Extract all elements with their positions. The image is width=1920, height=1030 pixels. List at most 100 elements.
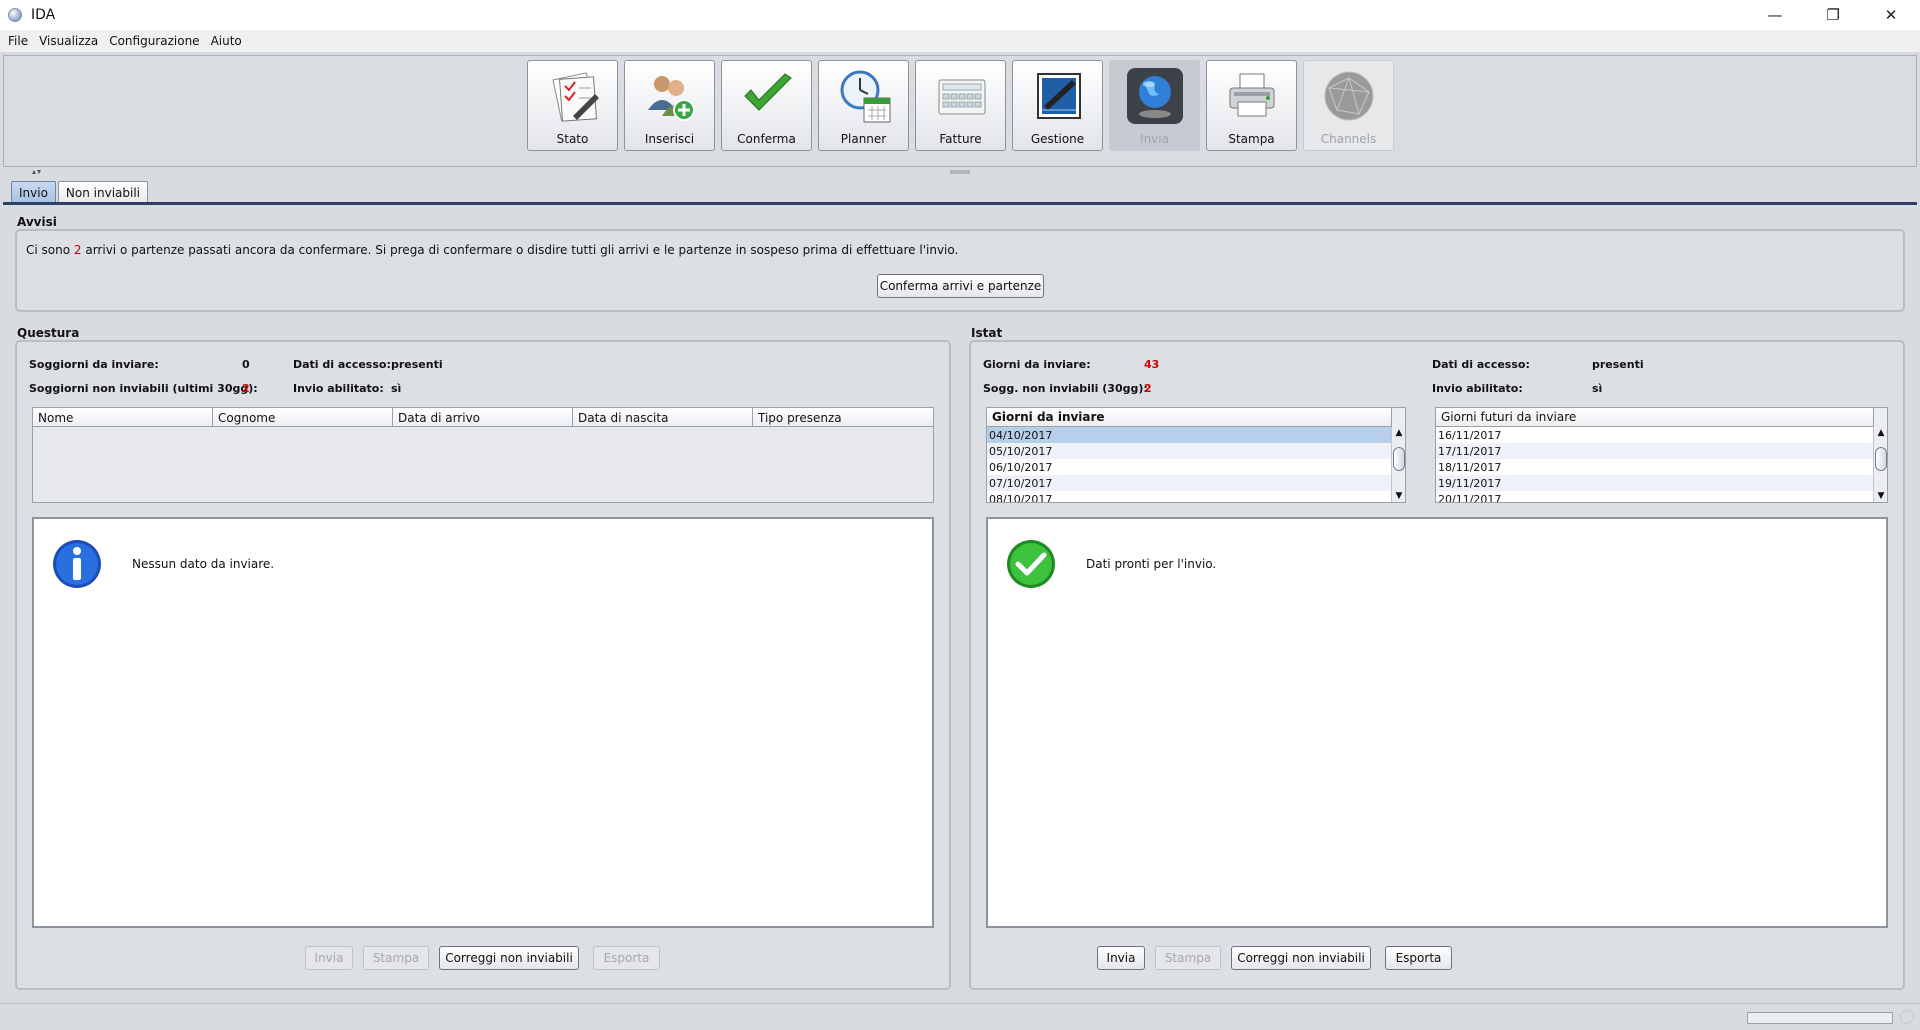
table-header: Nome Cognome Data di arrivo Data di nasc…	[33, 408, 933, 427]
globe-icon	[1126, 68, 1183, 124]
avvisi-message: Ci sono 2 arrivi o partenze passati anco…	[26, 243, 958, 257]
stampa-button[interactable]: Stampa	[1206, 60, 1297, 151]
scroll-down-icon[interactable]: ▼	[1874, 490, 1887, 502]
list-item[interactable]: 19/11/2017	[1436, 475, 1887, 491]
list-item[interactable]: 08/10/2017	[987, 491, 1405, 503]
tab-non-inviabili[interactable]: Non inviabili	[57, 181, 149, 203]
column-tipo-presenza[interactable]: Tipo presenza	[753, 408, 933, 427]
list-header-corner	[1391, 408, 1405, 427]
splitter-grip-icon[interactable]	[950, 169, 970, 175]
close-button[interactable]: ✕	[1862, 0, 1920, 30]
giorni-futuri-list[interactable]: Giorni futuri da inviare 16/11/2017 17/1…	[1435, 407, 1888, 503]
list-item[interactable]: 16/11/2017	[1436, 427, 1887, 443]
questura-abilitato-value: sì	[391, 382, 402, 395]
scroll-thumb[interactable]	[1393, 447, 1405, 471]
questura-stampa-button[interactable]: Stampa	[363, 946, 429, 970]
menu-aiuto[interactable]: Aiuto	[209, 34, 244, 48]
add-user-icon	[647, 76, 695, 121]
list-item[interactable]: 04/10/2017	[987, 427, 1405, 443]
soggiorni-value: 0	[242, 358, 250, 371]
list-header: Giorni da inviare	[987, 408, 1405, 427]
giorni-da-inviare-list[interactable]: Giorni da inviare 04/10/2017 05/10/2017 …	[986, 407, 1406, 503]
blueprint-icon	[1036, 73, 1081, 119]
status-bar	[0, 1003, 1920, 1030]
conferma-arrivi-button[interactable]: Conferma arrivi e partenze	[877, 274, 1044, 298]
avvisi-title: Avvisi	[17, 215, 57, 229]
invia-label: Invia	[1140, 132, 1169, 146]
scroll-up-icon[interactable]: ▲	[1874, 427, 1887, 439]
questura-esporta-button[interactable]: Esporta	[593, 946, 660, 970]
toolbar: Stato Inserisci Conferma Planner Fatture…	[3, 55, 1917, 167]
questura-table[interactable]: Nome Cognome Data di arrivo Data di nasc…	[32, 407, 934, 503]
inserisci-button[interactable]: Inserisci	[624, 60, 715, 151]
istat-message-box: Dati pronti per l'invio.	[986, 517, 1888, 928]
app-icon	[8, 8, 22, 22]
questura-correggi-button[interactable]: Correggi non inviabili	[439, 946, 579, 970]
avvisi-panel	[15, 229, 1905, 312]
list-item[interactable]: 17/11/2017	[1436, 443, 1887, 459]
list-header-corner	[1873, 408, 1887, 427]
channels-button[interactable]: Channels	[1303, 60, 1394, 151]
resize-grip-icon[interactable]	[1900, 1010, 1914, 1024]
scroll-down-icon[interactable]: ▼	[1392, 490, 1405, 502]
non-inviabili-value: 2	[242, 382, 250, 395]
gestione-button[interactable]: Gestione	[1012, 60, 1103, 151]
stampa-label: Stampa	[1228, 132, 1275, 146]
scroll-thumb[interactable]	[1875, 447, 1887, 471]
title-bar: IDA — ❐ ✕	[0, 0, 1920, 30]
menu-file[interactable]: File	[6, 34, 30, 48]
menu-visualizza[interactable]: Visualizza	[37, 34, 100, 48]
tab-invio[interactable]: Invio	[11, 181, 56, 203]
collapse-arrows-icon[interactable]	[30, 169, 42, 175]
istat-title: Istat	[971, 326, 1003, 340]
list-item[interactable]: 05/10/2017	[987, 443, 1405, 459]
avvisi-count: 2	[73, 243, 82, 257]
list-item[interactable]: 06/10/2017	[987, 459, 1405, 475]
questura-title: Questura	[17, 326, 80, 340]
menu-bar: File Visualizza Configurazione Aiuto	[0, 30, 1920, 52]
istat-invia-button[interactable]: Invia	[1097, 946, 1145, 970]
conferma-button[interactable]: Conferma	[721, 60, 812, 151]
planner-button[interactable]: Planner	[818, 60, 909, 151]
list-item[interactable]: 18/11/2017	[1436, 459, 1887, 475]
minimize-button[interactable]: —	[1746, 0, 1804, 30]
window-controls: — ❐ ✕	[1746, 0, 1920, 30]
scroll-up-icon[interactable]: ▲	[1392, 427, 1405, 439]
column-cognome[interactable]: Cognome	[213, 408, 393, 427]
inserisci-label: Inserisci	[644, 132, 695, 146]
list-scrollbar[interactable]: ▲ ▼	[1391, 427, 1405, 502]
sogg-label: Sogg. non inviabili (30gg):	[983, 382, 1148, 395]
non-inviabili-label: Soggiorni non inviabili (ultimi 30gg):	[29, 382, 258, 395]
clock-calendar-icon	[840, 70, 890, 123]
avvisi-text-end: arrivi o partenze passati ancora da conf…	[81, 243, 959, 257]
istat-abilitato-value: sì	[1592, 382, 1603, 395]
gestione-label: Gestione	[1030, 132, 1085, 146]
questura-accesso-value: presenti	[391, 358, 443, 371]
invia-button[interactable]: Invia	[1109, 60, 1200, 151]
maximize-button[interactable]: ❐	[1804, 0, 1862, 30]
column-nome[interactable]: Nome	[33, 408, 213, 427]
tab-bar: Invio Non inviabili	[11, 181, 150, 203]
tab-underline	[3, 202, 1917, 205]
list-item[interactable]: 20/11/2017	[1436, 491, 1887, 503]
stato-label: Stato	[556, 132, 589, 146]
column-data-nascita[interactable]: Data di nascita	[573, 408, 753, 427]
questura-accesso-label: Dati di accesso:	[293, 358, 391, 371]
fatture-button[interactable]: Fatture	[915, 60, 1006, 151]
calculator-icon	[938, 79, 985, 115]
window-title: IDA	[31, 7, 56, 23]
conferma-label: Conferma	[737, 132, 796, 146]
menu-configurazione[interactable]: Configurazione	[107, 34, 201, 48]
questura-message: Nessun dato da inviare.	[132, 557, 275, 571]
list-scrollbar[interactable]: ▲ ▼	[1873, 427, 1887, 502]
channels-globe-icon	[1324, 71, 1373, 121]
stato-button[interactable]: Stato	[527, 60, 618, 151]
questura-invia-button[interactable]: Invia	[305, 946, 353, 970]
istat-esporta-button[interactable]: Esporta	[1385, 946, 1452, 970]
channels-label: Channels	[1320, 132, 1377, 146]
istat-stampa-button[interactable]: Stampa	[1155, 946, 1221, 970]
column-data-arrivo[interactable]: Data di arrivo	[393, 408, 573, 427]
progress-bar	[1747, 1012, 1893, 1024]
istat-correggi-button[interactable]: Correggi non inviabili	[1231, 946, 1371, 970]
list-item[interactable]: 07/10/2017	[987, 475, 1405, 491]
